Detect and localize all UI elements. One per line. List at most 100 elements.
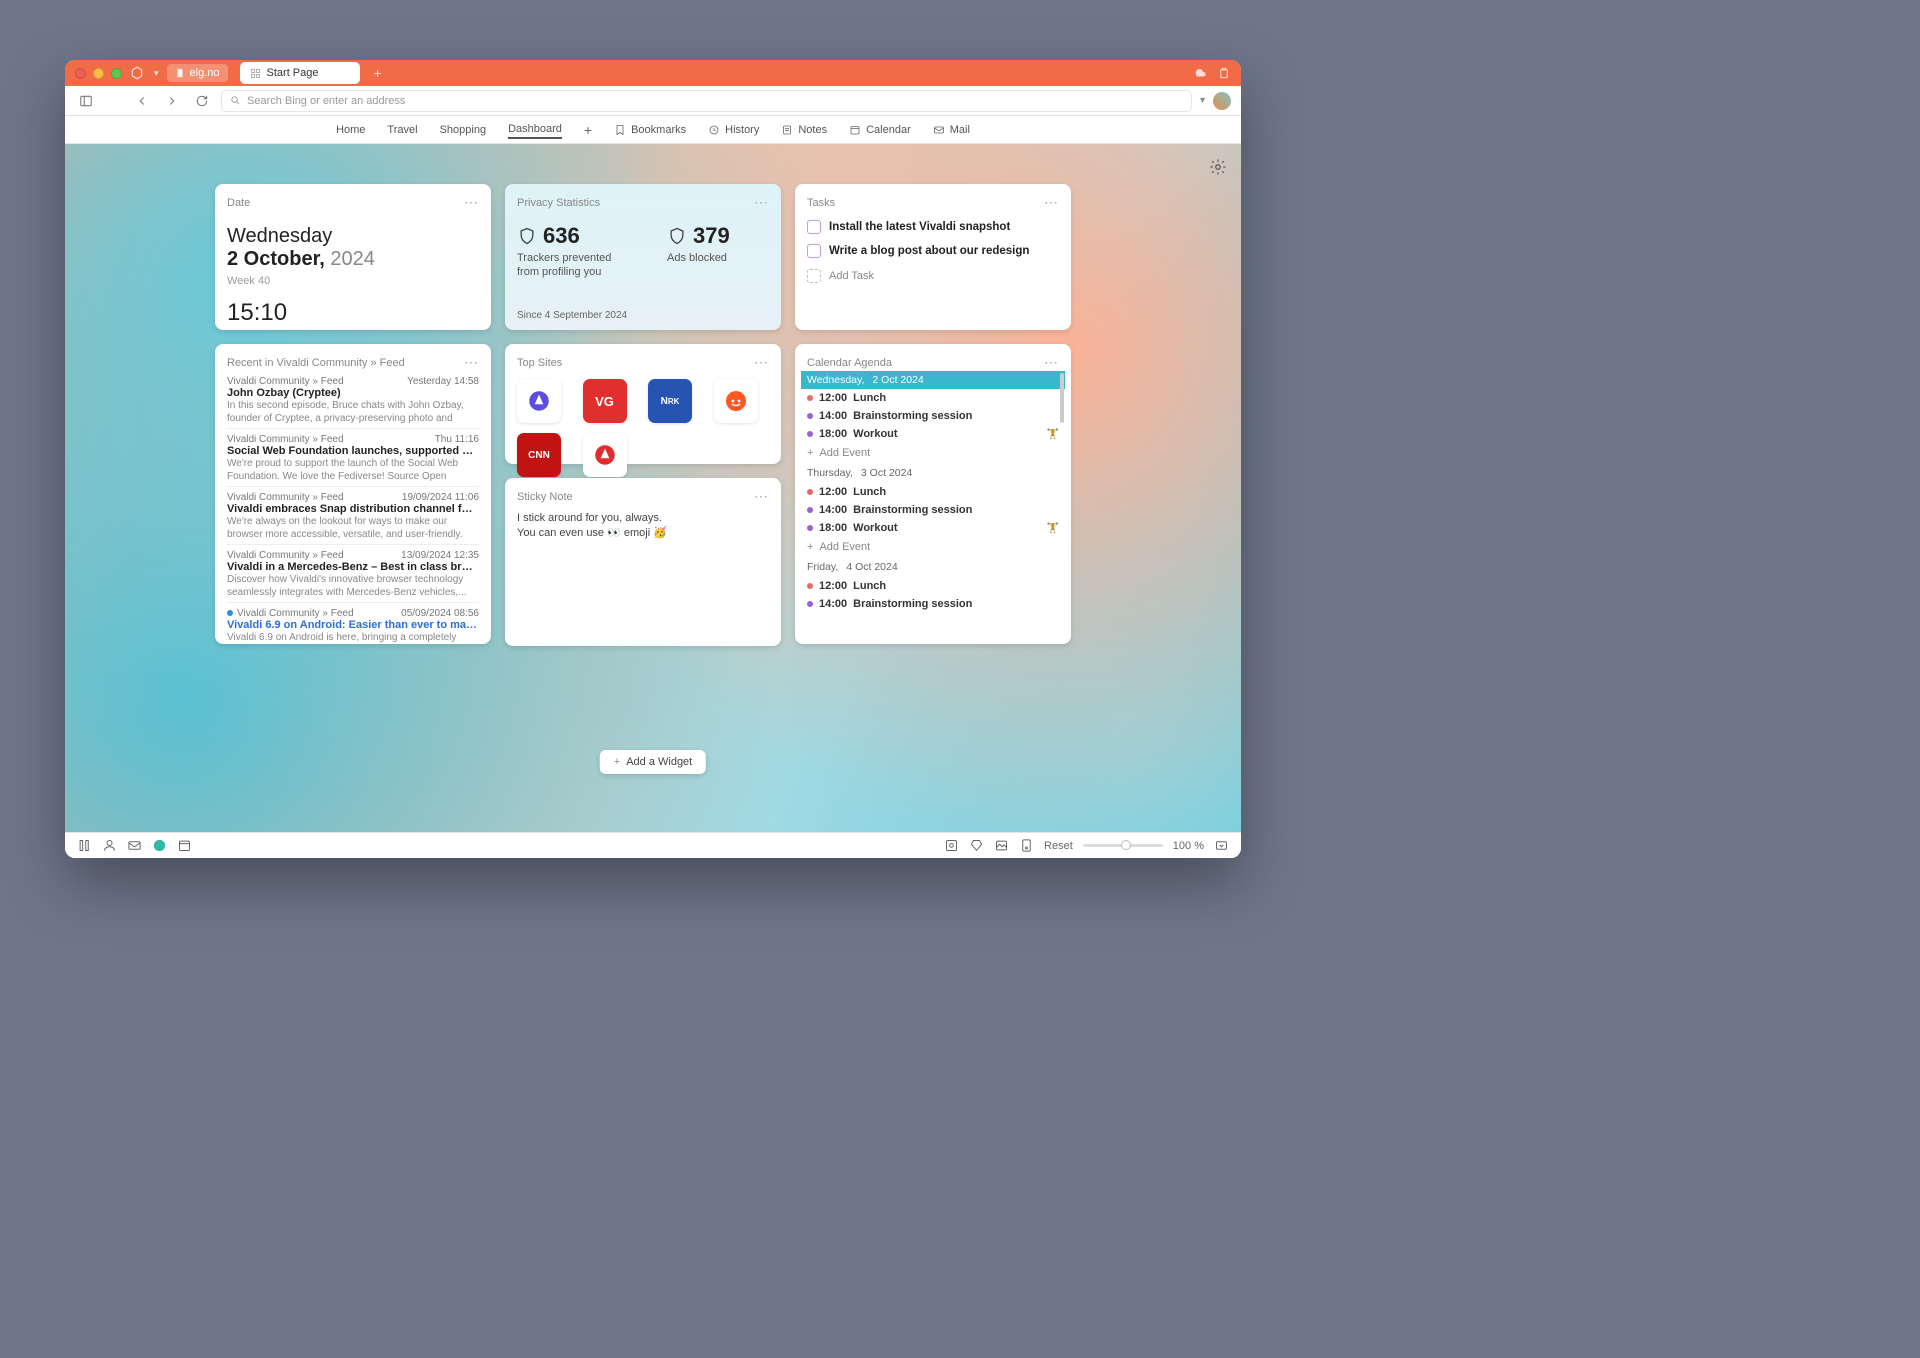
agenda-day-header[interactable]: Wednesday,2 Oct 2024	[801, 371, 1065, 389]
top-sites-widget: Top Sites ⋯ VG NRK CNN	[505, 344, 781, 464]
feed-item[interactable]: Vivaldi Community » Feed19/09/2024 11:06…	[227, 487, 479, 545]
widget-menu-button[interactable]: ⋯	[754, 488, 769, 505]
nav-notes[interactable]: Notes	[781, 124, 827, 136]
event-color-dot	[807, 413, 813, 419]
dashboard: Date ⋯ Wednesday 2 October, 2024 Week 40…	[65, 144, 1241, 832]
toggle-statusbar-icon[interactable]	[1214, 838, 1229, 853]
feed-item[interactable]: Vivaldi Community » Feed05/09/2024 08:56…	[227, 603, 479, 644]
reload-button[interactable]	[191, 90, 213, 112]
address-dropdown-button[interactable]: ▾	[1200, 95, 1205, 106]
widget-menu-button[interactable]: ⋯	[464, 354, 479, 371]
nav-shopping[interactable]: Shopping	[440, 124, 487, 136]
agenda-event[interactable]: 12:00Lunch	[801, 389, 1065, 407]
widget-menu-button[interactable]: ⋯	[1044, 354, 1059, 371]
page-actions-icon[interactable]	[1019, 838, 1034, 853]
event-time: 18:00	[819, 522, 847, 534]
dashboard-settings-button[interactable]	[1209, 158, 1227, 176]
panel-icon[interactable]	[77, 838, 92, 853]
nav-mail[interactable]: Mail	[933, 124, 970, 136]
shield-icon	[667, 225, 687, 247]
minimize-window-button[interactable]	[93, 68, 104, 79]
site-nrk[interactable]: NRK	[648, 379, 692, 423]
trash-icon[interactable]	[1217, 66, 1231, 80]
mail-panel-icon[interactable]	[127, 838, 142, 853]
image-toggle-icon[interactable]	[994, 838, 1009, 853]
add-event-button[interactable]: +Add Event	[801, 537, 1065, 557]
agenda-event[interactable]: 14:00Brainstorming session	[801, 595, 1065, 613]
site-vg[interactable]: VG	[583, 379, 627, 423]
widget-menu-button[interactable]: ⋯	[754, 194, 769, 211]
maximize-window-button[interactable]	[111, 68, 122, 79]
site-vivaldi[interactable]	[517, 379, 561, 423]
add-task-button[interactable]: Add Task	[807, 263, 1059, 288]
contacts-panel-icon[interactable]	[102, 838, 117, 853]
agenda-event[interactable]: 18:00Workout🏋	[801, 425, 1065, 443]
site-cnn[interactable]: CNN	[517, 433, 561, 477]
profile-avatar[interactable]	[1213, 92, 1231, 110]
zoom-reset-button[interactable]: Reset	[1044, 840, 1073, 852]
sync-icon[interactable]	[1193, 66, 1207, 80]
widget-menu-button[interactable]: ⋯	[754, 354, 769, 371]
agenda-day-header[interactable]: Thursday,3 Oct 2024	[801, 463, 1065, 483]
toolbar: Search Bing or enter an address ▾	[65, 86, 1241, 116]
agenda-day-header[interactable]: Friday,4 Oct 2024	[801, 557, 1065, 577]
feed-headline: Vivaldi 6.9 on Android: Easier than ever…	[227, 619, 479, 631]
feed-time: Thu 11:16	[435, 434, 479, 445]
address-bar[interactable]: Search Bing or enter an address	[221, 90, 1192, 112]
agenda-scrollbar[interactable]	[1060, 373, 1064, 423]
window-controls	[75, 68, 122, 79]
nav-home[interactable]: Home	[336, 124, 365, 136]
feed-source: Vivaldi Community » Feed	[227, 608, 354, 619]
agenda-event[interactable]: 12:00Lunch	[801, 483, 1065, 501]
event-color-dot	[807, 601, 813, 607]
add-widget-button[interactable]: + Add a Widget	[600, 750, 706, 774]
nav-travel[interactable]: Travel	[387, 124, 417, 136]
close-window-button[interactable]	[75, 68, 86, 79]
panel-toggle-button[interactable]	[75, 90, 97, 112]
address-tab[interactable]: elg.no	[167, 64, 228, 82]
task-checkbox[interactable]	[807, 244, 821, 258]
widget-title: Date	[227, 197, 250, 209]
tiling-icon[interactable]	[969, 838, 984, 853]
nav-calendar[interactable]: Calendar	[849, 124, 911, 136]
event-title: Brainstorming session	[853, 598, 1059, 610]
sticky-content[interactable]: I stick around for you, always. You can …	[517, 511, 769, 542]
zoom-level: 100 %	[1173, 840, 1204, 852]
nav-history[interactable]: History	[708, 124, 759, 136]
new-tab-button[interactable]: +	[374, 65, 382, 81]
agenda-event[interactable]: 12:00Lunch	[801, 577, 1065, 595]
feed-item[interactable]: Vivaldi Community » FeedYesterday 14:58J…	[227, 371, 479, 429]
task-item[interactable]: Install the latest Vivaldi snapshot	[807, 215, 1059, 239]
agenda-event[interactable]: 14:00Brainstorming session	[801, 501, 1065, 519]
feed-item[interactable]: Vivaldi Community » FeedThu 11:16Social …	[227, 429, 479, 487]
nav-bookmarks[interactable]: Bookmarks	[614, 124, 686, 136]
capture-icon[interactable]	[944, 838, 959, 853]
back-button[interactable]	[131, 90, 153, 112]
agenda-event[interactable]: 14:00Brainstorming session	[801, 407, 1065, 425]
start-page-nav: Home Travel Shopping Dashboard + Bookmar…	[65, 116, 1241, 144]
workspace-switcher[interactable]: ▾	[130, 66, 159, 80]
widget-title: Recent in Vivaldi Community » Feed	[227, 357, 405, 369]
event-color-dot	[807, 489, 813, 495]
forward-button[interactable]	[161, 90, 183, 112]
widget-menu-button[interactable]: ⋯	[464, 194, 479, 211]
address-placeholder: Search Bing or enter an address	[247, 95, 405, 107]
bookmark-icon	[614, 124, 626, 136]
site-reddit[interactable]	[714, 379, 758, 423]
feed-item[interactable]: Vivaldi Community » Feed13/09/2024 12:35…	[227, 545, 479, 603]
nav-add[interactable]: +	[584, 122, 592, 138]
tab-start-page[interactable]: Start Page	[240, 62, 360, 84]
agenda-event[interactable]: 18:00Workout🏋	[801, 519, 1065, 537]
task-checkbox[interactable]	[807, 220, 821, 234]
tasks-widget: Tasks ⋯ Install the latest Vivaldi snaps…	[795, 184, 1071, 330]
site-vivaldi-2[interactable]	[583, 433, 627, 477]
feed-panel-icon[interactable]	[152, 838, 167, 853]
trackers-count: 636	[543, 223, 580, 249]
nav-dashboard[interactable]: Dashboard	[508, 123, 562, 139]
task-item[interactable]: Write a blog post about our redesign	[807, 239, 1059, 263]
add-event-button[interactable]: +Add Event	[801, 443, 1065, 463]
widget-menu-button[interactable]: ⋯	[1044, 194, 1059, 211]
feed-widget: Recent in Vivaldi Community » Feed ⋯ Viv…	[215, 344, 491, 644]
zoom-slider[interactable]	[1083, 844, 1163, 847]
calendar-panel-icon[interactable]	[177, 838, 192, 853]
